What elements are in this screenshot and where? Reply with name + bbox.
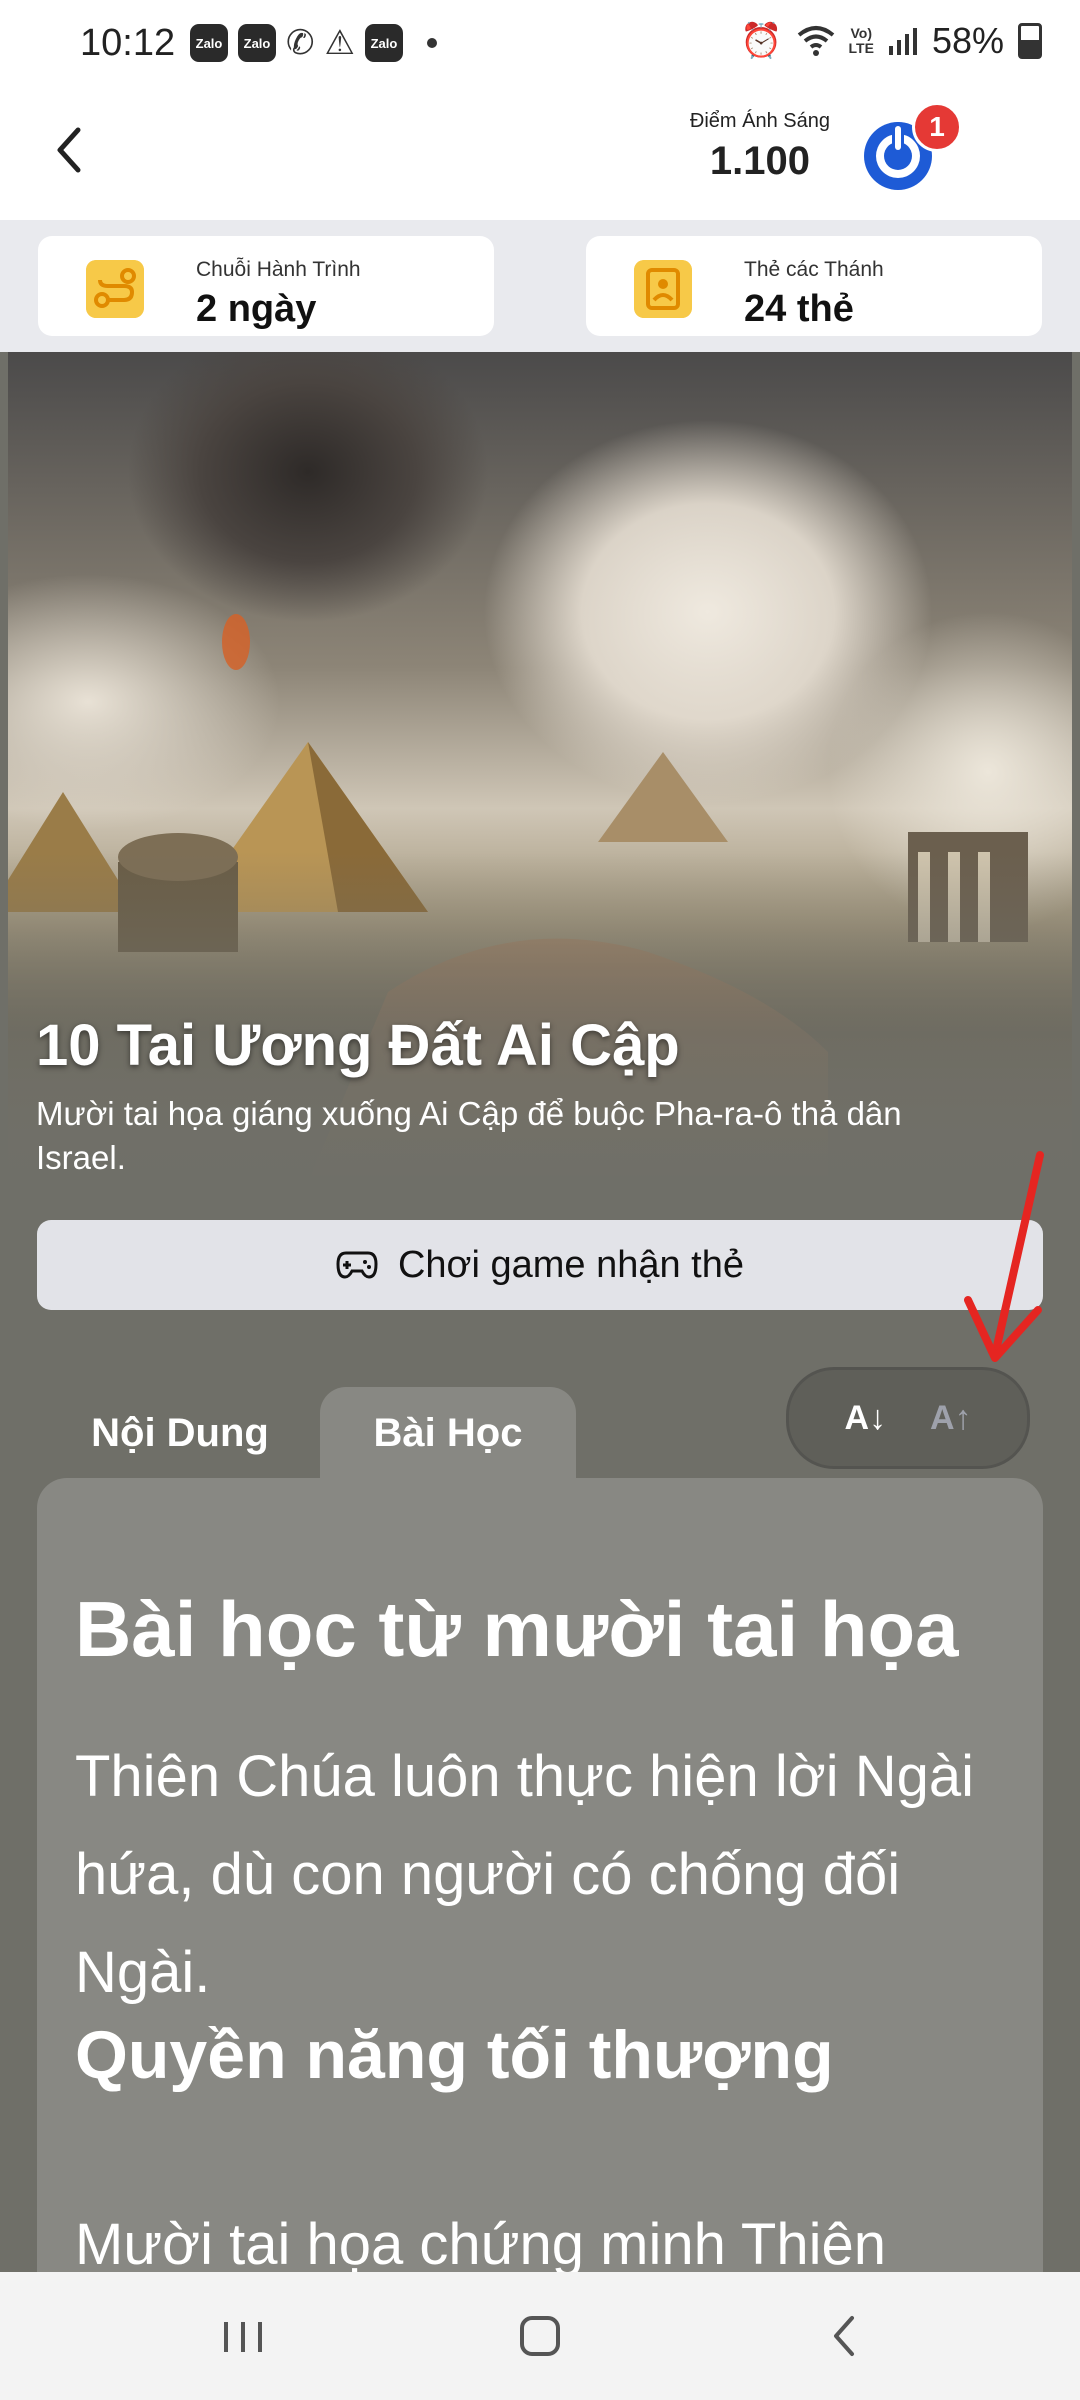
- recent-apps-icon[interactable]: [208, 2306, 278, 2366]
- signal-icon: [888, 28, 917, 55]
- lesson-paragraph: Thiên Chúa luôn thực hiện lời Ngài hứa, …: [75, 1744, 975, 2005]
- font-size-toggle: A↓ A↑: [786, 1367, 1030, 1469]
- wifi-icon: [797, 26, 834, 56]
- play-game-button[interactable]: Chơi game nhận thẻ: [37, 1220, 1043, 1310]
- viber-icon: ✆: [286, 24, 315, 62]
- cards-value: 24 thẻ: [744, 288, 854, 330]
- journey-streak-card[interactable]: Chuỗi Hành Trình 2 ngày: [38, 236, 494, 336]
- points-value: 1.100: [709, 139, 811, 183]
- streak-value: 2 ngày: [196, 288, 317, 330]
- app-header: Điểm Ánh Sáng 1.100 1: [0, 90, 1080, 220]
- hero-title: 10 Tai Ương Đất Ai Cập: [36, 1013, 680, 1078]
- notification-badge[interactable]: 1: [912, 102, 962, 152]
- increase-font-button[interactable]: A↑: [930, 1399, 972, 1438]
- route-icon: [86, 260, 144, 318]
- light-points: Điểm Ánh Sáng 1.100: [690, 110, 830, 184]
- home-icon[interactable]: [505, 2306, 575, 2366]
- zalo-icon: Zalo: [190, 24, 228, 62]
- decrease-font-button[interactable]: A↓: [844, 1399, 886, 1438]
- zalo-icon: Zalo: [364, 24, 403, 62]
- hero-image: 10 Tai Ương Đất Ai Cập Mười tai họa gián…: [8, 352, 1072, 1182]
- more-notifications-dot-icon: [426, 38, 437, 48]
- status-notification-icons: Zalo Zalo ✆ ⚠ Zalo: [190, 24, 437, 62]
- battery-icon: [1018, 23, 1042, 59]
- tab-content[interactable]: Nội Dung: [50, 1387, 310, 1479]
- back-button[interactable]: [50, 120, 100, 180]
- hero-description: Mười tai họa giáng xuống Ai Cập để buộc …: [36, 1095, 902, 1176]
- status-time: 10:12: [80, 22, 176, 64]
- streak-label: Chuỗi Hành Trình: [196, 258, 361, 281]
- points-label: Điểm Ánh Sáng: [689, 110, 830, 132]
- warning-icon: ⚠: [324, 24, 355, 62]
- lesson-heading: Bài học từ mười tai họa: [75, 1585, 959, 1673]
- gamepad-icon: [336, 1251, 378, 1279]
- chevron-left-icon: [57, 127, 81, 173]
- zalo-icon: Zalo: [238, 24, 276, 62]
- back-nav-icon[interactable]: [810, 2306, 880, 2366]
- play-game-label: Chơi game nhận thẻ: [397, 1243, 745, 1286]
- system-nav-bar: [0, 2272, 1080, 2400]
- lesson-content-card[interactable]: Bài học từ mười tai họa Thiên Chúa luôn …: [37, 1478, 1043, 2378]
- volte-icon: Vo) LTE: [848, 25, 874, 56]
- status-bar: 10:12 Zalo Zalo ✆ ⚠ Zalo ⏰ Vo) LTE 58%: [0, 0, 1080, 90]
- saint-card-icon: [634, 260, 692, 318]
- cards-label: Thẻ các Thánh: [744, 258, 884, 281]
- lesson-subheading: Quyền năng tối thượng: [75, 2017, 834, 2093]
- annotation-arrow-icon: [964, 1151, 1044, 1362]
- stats-strip: Chuỗi Hành Trình 2 ngày Thẻ các Thánh 24…: [0, 220, 1080, 352]
- status-system-icons: ⏰ Vo) LTE 58%: [740, 20, 1042, 62]
- battery-percent: 58%: [931, 20, 1004, 61]
- saint-cards-card[interactable]: Thẻ các Thánh 24 thẻ: [586, 236, 1042, 336]
- alarm-icon: ⏰: [740, 22, 783, 60]
- tab-lesson[interactable]: Bài Học: [320, 1387, 576, 1479]
